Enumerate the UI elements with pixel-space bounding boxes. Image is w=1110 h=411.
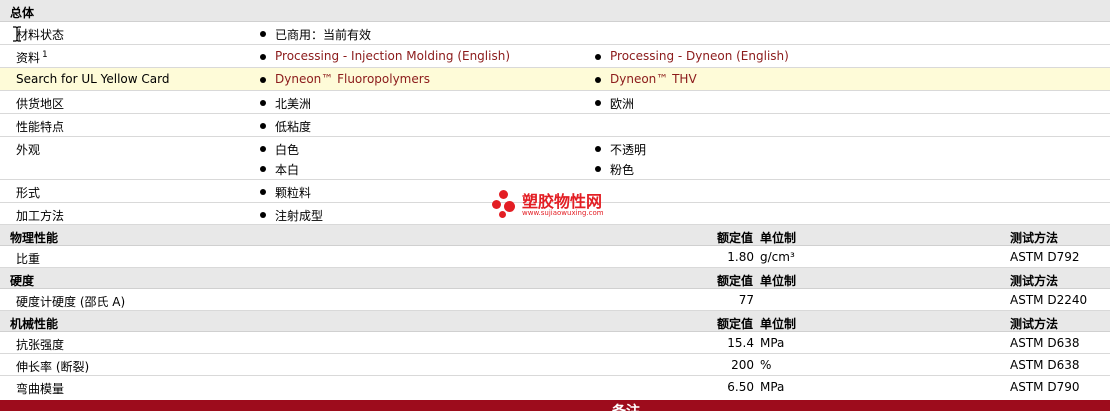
bullet-value: 颗粒料 bbox=[260, 184, 311, 201]
bullet-value: 粉色 bbox=[595, 161, 634, 178]
site-watermark: 塑胶物性网 www.sujiaowuxing.com bbox=[492, 188, 622, 222]
ul-link-dyneon-fluoropolymers[interactable]: Dyneon™ Fluoropolymers bbox=[260, 72, 430, 86]
property-row: 伸长率 (断裂) 200 % ASTM D638 bbox=[0, 354, 1110, 376]
row-availability: 供货地区 北美洲 欧洲 bbox=[0, 91, 1110, 114]
property-row: 抗张强度 15.4 MPa ASTM D638 bbox=[0, 332, 1110, 354]
property-value: 77 bbox=[738, 293, 754, 307]
property-row: 硬度计硬度 (邵氏 A) 77 ASTM D2240 bbox=[0, 289, 1110, 311]
row-label: Search for UL Yellow Card bbox=[16, 72, 170, 86]
row-appearance: 外观 白色 不透明 本白 粉色 bbox=[0, 137, 1110, 180]
property-name: 抗张强度 bbox=[16, 338, 65, 352]
row-label: 加工方法 bbox=[16, 209, 65, 223]
property-unit: MPa bbox=[760, 380, 785, 394]
section-header-hardness: 硬度 额定值 单位制 测试方法 bbox=[0, 268, 1110, 289]
bullet-value: 本白 bbox=[260, 161, 299, 178]
section-title: 机械性能 bbox=[10, 317, 59, 331]
text-cursor-icon bbox=[13, 26, 21, 42]
property-value: 200 bbox=[731, 358, 754, 372]
watermark-url: www.sujiaowuxing.com bbox=[522, 209, 604, 217]
row-features: 性能特点 低粘度 bbox=[0, 114, 1110, 137]
notes-title: 备注 bbox=[612, 401, 640, 411]
property-value: 1.80 bbox=[727, 250, 754, 264]
notes-section-bar: 备注 bbox=[0, 400, 1110, 411]
col-header-value: 额定值 bbox=[716, 317, 753, 331]
test-method: ASTM D792 bbox=[1010, 250, 1080, 264]
col-header-method: 测试方法 bbox=[1010, 274, 1059, 288]
footnote-marker: 1 bbox=[42, 50, 48, 60]
property-unit: g/cm³ bbox=[760, 250, 795, 264]
doc-link-injection-molding[interactable]: Processing - Injection Molding (English) bbox=[260, 49, 510, 63]
bullet-value: 欧洲 bbox=[595, 95, 634, 112]
col-header-value: 额定值 bbox=[716, 274, 753, 288]
bullet-value: 注射成型 bbox=[260, 207, 323, 224]
col-header-method: 测试方法 bbox=[1010, 231, 1059, 245]
row-label: 材料状态 bbox=[16, 28, 65, 42]
section-header-physical: 物理性能 额定值 单位制 测试方法 bbox=[0, 225, 1110, 246]
col-header-method: 测试方法 bbox=[1010, 317, 1059, 331]
property-row: 弯曲模量 6.50 MPa ASTM D790 bbox=[0, 376, 1110, 398]
property-row: 比重 1.80 g/cm³ ASTM D792 bbox=[0, 246, 1110, 268]
watermark-logo-icon bbox=[492, 190, 516, 218]
bullet-value: 已商用：当前有效 bbox=[260, 26, 371, 43]
doc-link-processing-dyneon[interactable]: Processing - Dyneon (English) bbox=[595, 49, 789, 63]
test-method: ASTM D638 bbox=[1010, 358, 1080, 372]
property-value: 15.4 bbox=[727, 336, 754, 350]
section-title: 总体 bbox=[10, 6, 35, 20]
row-label: 外观 bbox=[16, 143, 41, 157]
col-header-unit: 单位制 bbox=[760, 231, 797, 245]
row-label: 供货地区 bbox=[16, 97, 65, 111]
property-name: 伸长率 (断裂) bbox=[16, 360, 90, 374]
row-label: 性能特点 bbox=[16, 120, 65, 134]
property-unit: MPa bbox=[760, 336, 785, 350]
test-method: ASTM D2240 bbox=[1010, 293, 1088, 307]
section-header-general: 总体 bbox=[0, 0, 1110, 22]
property-value: 6.50 bbox=[727, 380, 754, 394]
property-name: 弯曲模量 bbox=[16, 382, 65, 396]
property-name: 硬度计硬度 (邵氏 A) bbox=[16, 295, 126, 309]
row-material-status: 材料状态 已商用：当前有效 bbox=[0, 22, 1110, 45]
section-header-mechanical: 机械性能 额定值 单位制 测试方法 bbox=[0, 311, 1110, 332]
section-title: 硬度 bbox=[10, 274, 35, 288]
bullet-value: 不透明 bbox=[595, 141, 646, 158]
property-name: 比重 bbox=[16, 252, 41, 266]
row-documents: 资料 1 Processing - Injection Molding (Engl… bbox=[0, 45, 1110, 68]
bullet-value: 低粘度 bbox=[260, 118, 311, 135]
bullet-value: 白色 bbox=[260, 141, 299, 158]
row-label: 形式 bbox=[16, 186, 41, 200]
col-header-value: 额定值 bbox=[716, 231, 753, 245]
section-title: 物理性能 bbox=[10, 231, 59, 245]
col-header-unit: 单位制 bbox=[760, 274, 797, 288]
bullet-value: 北美洲 bbox=[260, 95, 311, 112]
col-header-unit: 单位制 bbox=[760, 317, 797, 331]
test-method: ASTM D638 bbox=[1010, 336, 1080, 350]
test-method: ASTM D790 bbox=[1010, 380, 1080, 394]
row-ul-yellow-card: Search for UL Yellow Card Dyneon™ Fluoro… bbox=[0, 68, 1110, 91]
row-label: 资料 1 bbox=[16, 50, 48, 65]
property-unit: % bbox=[760, 358, 772, 372]
ul-link-dyneon-thv[interactable]: Dyneon™ THV bbox=[595, 72, 697, 86]
